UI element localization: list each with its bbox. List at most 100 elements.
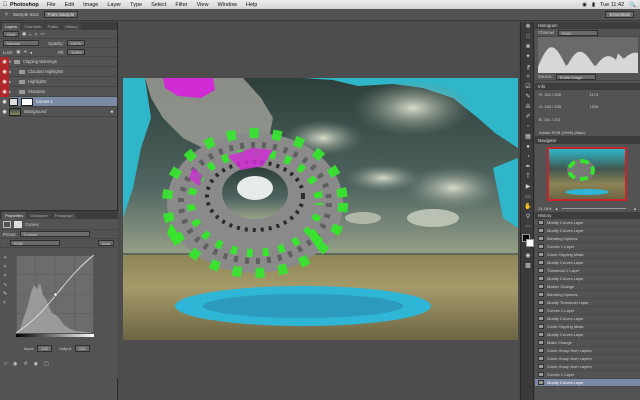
view-previous-icon[interactable]: ◉: [13, 361, 17, 367]
history-item[interactable]: Modify Curves Layer: [535, 219, 640, 227]
history-item[interactable]: Circle Group from Layers: [535, 347, 640, 355]
lock-position-icon[interactable]: ✛: [23, 49, 27, 55]
document-canvas[interactable]: [123, 78, 518, 340]
stamp-tool-icon[interactable]: ♳: [522, 103, 534, 112]
brush-tool-icon[interactable]: ✎: [522, 93, 534, 102]
history-item[interactable]: Modify Curves Layer: [535, 259, 640, 267]
more-tools-icon[interactable]: ⋯: [522, 223, 534, 232]
curve-control-point[interactable]: [53, 292, 58, 297]
history-item[interactable]: Curves 1 Layer: [535, 243, 640, 251]
history-item[interactable]: Circle Clipping Mask: [535, 251, 640, 259]
lock-all-icon[interactable]: ●: [30, 50, 33, 55]
type-tool-icon[interactable]: T: [522, 173, 534, 182]
history-item[interactable]: Modify Curves Layer: [535, 331, 640, 339]
lock-pixels-icon[interactable]: ▣: [16, 49, 20, 55]
layer-row[interactable]: ◉ ▸ Shadows: [0, 86, 117, 97]
gray-eyedropper-icon[interactable]: ✧: [3, 264, 13, 273]
trash-icon[interactable]: ▢: [44, 361, 49, 367]
layer-thumbnail[interactable]: [9, 107, 21, 116]
history-item[interactable]: Circle Clipping Mask: [535, 323, 640, 331]
tab-history[interactable]: History: [62, 23, 81, 30]
hand-tool-icon[interactable]: ☞: [3, 240, 7, 246]
zoom-out-icon[interactable]: ▲: [555, 206, 559, 211]
battery-icon[interactable]: ▮: [592, 2, 595, 8]
navigator-zoom-value[interactable]: 24.18%: [538, 206, 552, 211]
blend-mode-select[interactable]: Normal: [3, 40, 39, 46]
layer-row[interactable]: ◉ Background ■: [0, 106, 117, 117]
app-menu[interactable]: Photoshop: [10, 2, 39, 8]
clip-icon[interactable]: □: [4, 361, 7, 367]
input-field[interactable]: 105: [37, 345, 52, 352]
spotlight-icon[interactable]: 🔍: [629, 2, 636, 8]
opacity-field[interactable]: 100%: [66, 40, 85, 46]
layer-row[interactable]: ◉ ▾ Clipping Warnings: [0, 56, 117, 67]
history-item[interactable]: Curves 1 Layer: [535, 371, 640, 379]
hand-tool-icon[interactable]: ✋: [522, 203, 534, 212]
blur-tool-icon[interactable]: ●: [522, 143, 534, 152]
gradient-tool-icon[interactable]: ▦: [522, 133, 534, 142]
mask-icon[interactable]: [14, 220, 22, 228]
navigator-header[interactable]: Navigator: [535, 137, 640, 144]
history-item[interactable]: Modify Curves Layer: [535, 227, 640, 235]
wifi-icon[interactable]: ◉: [582, 2, 587, 8]
filter-pixel-icon[interactable]: ▣: [22, 31, 26, 37]
zoom-in-icon[interactable]: ▲: [633, 206, 637, 211]
eyedropper-icon[interactable]: ✧: [4, 11, 9, 18]
navigator-thumbnail[interactable]: [547, 147, 627, 201]
layer-row[interactable]: ◉ ▸ Highlights: [0, 76, 117, 87]
disclosure-icon[interactable]: ▸: [9, 89, 19, 94]
history-item[interactable]: Modify Curves Layer: [535, 379, 640, 387]
menu-help[interactable]: Help: [246, 2, 257, 8]
tab-channels[interactable]: Channels: [21, 23, 44, 30]
tab-paragraph[interactable]: Paragraph: [51, 212, 77, 219]
layer-row[interactable]: ◉ Curves 1: [0, 96, 117, 107]
healing-tool-icon[interactable]: ☑: [522, 83, 534, 92]
visibility-icon[interactable]: ◉: [34, 361, 38, 367]
pencil-icon[interactable]: ✎: [3, 291, 13, 300]
menu-window[interactable]: Window: [217, 2, 237, 8]
auto-button[interactable]: Auto: [97, 240, 114, 246]
history-item[interactable]: Circle Group from Layers: [535, 355, 640, 363]
output-field[interactable]: 124: [74, 345, 90, 352]
menu-type[interactable]: Type: [130, 2, 142, 8]
apple-icon[interactable]: : [0, 2, 10, 8]
history-brush-tool-icon[interactable]: ✐: [522, 113, 534, 122]
histogram-header[interactable]: Histogram: [535, 22, 640, 29]
move-tool-icon[interactable]: ✥: [522, 23, 534, 32]
lasso-tool-icon[interactable]: ❀: [522, 43, 534, 52]
zoom-slider[interactable]: [561, 207, 627, 209]
quick-select-tool-icon[interactable]: ✦: [522, 53, 534, 62]
menu-layer[interactable]: Layer: [107, 2, 121, 8]
background-color-swatch[interactable]: [526, 239, 534, 247]
layer-mask-thumbnail[interactable]: [21, 97, 33, 106]
histogram-channel-select[interactable]: RGB: [558, 29, 599, 36]
eraser-tool-icon[interactable]: ▫: [522, 123, 534, 132]
eye-icon[interactable]: ◉: [0, 76, 9, 87]
menu-view[interactable]: View: [197, 2, 209, 8]
clock[interactable]: Tue 11:42: [600, 2, 624, 8]
tab-properties[interactable]: Properties: [2, 212, 27, 219]
eye-icon[interactable]: ◉: [0, 66, 9, 77]
curves-graph[interactable]: [16, 255, 94, 333]
sample-size-select[interactable]: Point Sample: [43, 11, 79, 18]
path-select-tool-icon[interactable]: ▶: [522, 183, 534, 192]
tab-paths[interactable]: Paths: [44, 23, 62, 30]
eye-icon[interactable]: ◉: [0, 86, 9, 97]
filter-type-icon[interactable]: T: [35, 32, 38, 37]
menu-filter[interactable]: Filter: [175, 2, 187, 8]
eye-icon[interactable]: ◉: [0, 106, 9, 117]
eyedropper-tool-icon[interactable]: ✧: [522, 73, 534, 82]
history-item[interactable]: Modify Curves Layer: [535, 315, 640, 323]
screen-mode-icon[interactable]: ▩: [522, 262, 534, 271]
history-item[interactable]: Blending Options: [535, 291, 640, 299]
menu-file[interactable]: File: [47, 2, 56, 8]
history-header[interactable]: History: [535, 212, 640, 219]
crop-tool-icon[interactable]: ┏: [522, 63, 534, 72]
shape-tool-icon[interactable]: ▭: [522, 193, 534, 202]
white-eyedropper-icon[interactable]: ✧: [3, 273, 13, 282]
marquee-tool-icon[interactable]: □: [522, 33, 534, 42]
point-edit-icon[interactable]: ∿: [3, 282, 13, 291]
tab-layers[interactable]: Layers: [2, 23, 21, 30]
zoom-tool-icon[interactable]: ⚲: [522, 213, 534, 222]
quick-mask-icon[interactable]: ◉: [522, 252, 534, 261]
